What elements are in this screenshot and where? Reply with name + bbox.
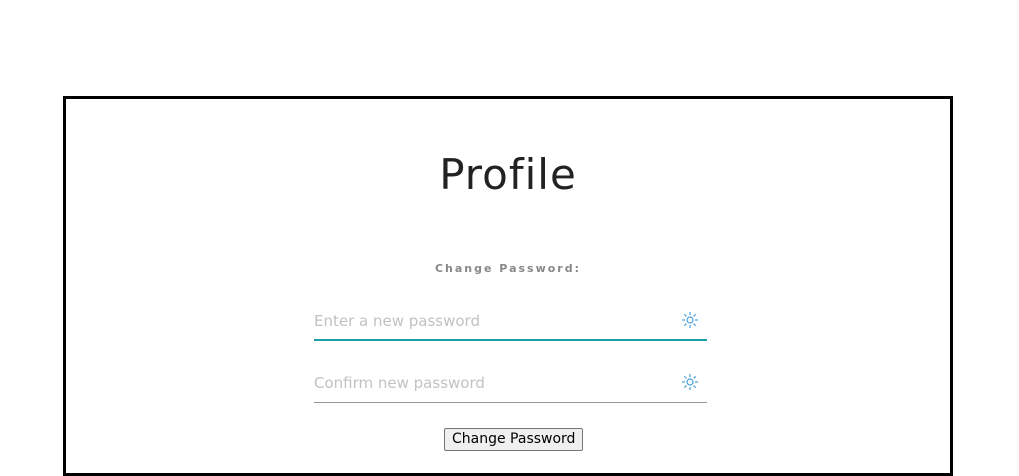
page-title: Profile: [439, 150, 577, 199]
profile-card: Profile Change Password: Change Password: [63, 96, 953, 476]
change-password-label: Change Password:: [434, 262, 582, 275]
new-password-input[interactable]: [314, 305, 674, 337]
reveal-password-icon[interactable]: [681, 311, 699, 329]
reveal-password-icon[interactable]: [681, 373, 699, 391]
confirm-password-input[interactable]: [314, 367, 674, 399]
confirm-password-field: [314, 367, 707, 403]
new-password-field: [314, 305, 707, 341]
